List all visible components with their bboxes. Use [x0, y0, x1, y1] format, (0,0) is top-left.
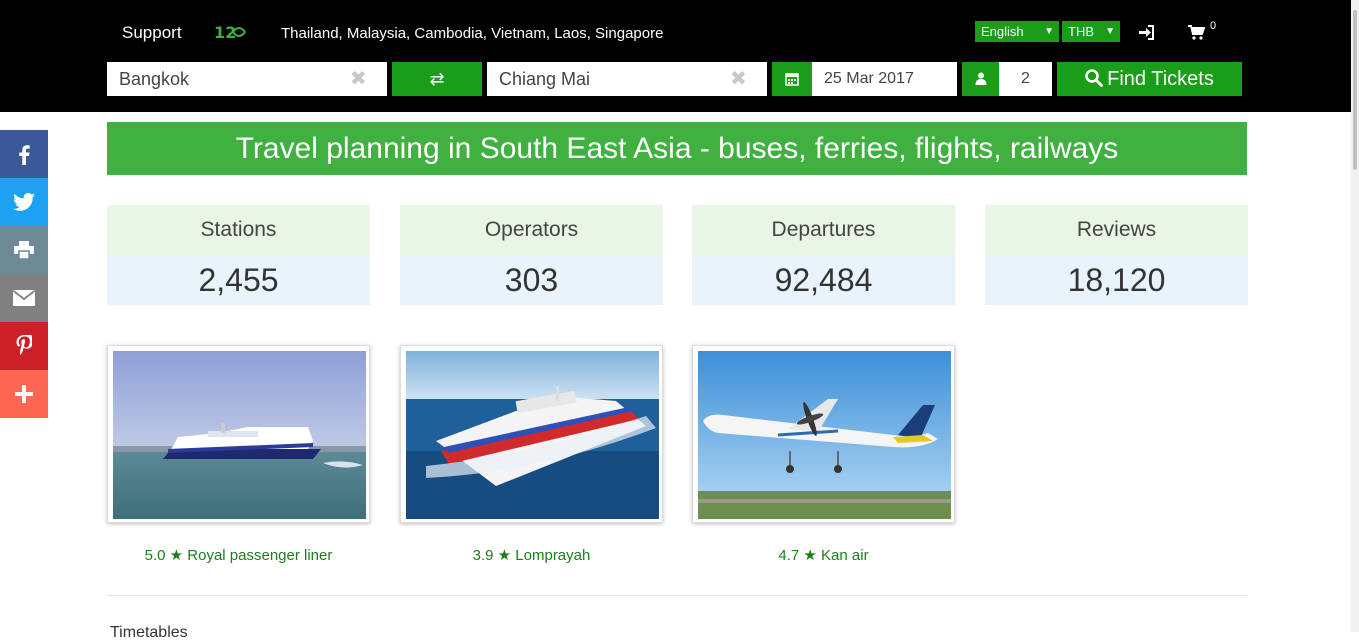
stat-label: Departures: [692, 205, 955, 255]
from-input[interactable]: Bangkok ✖: [107, 62, 387, 96]
page-banner: Travel planning in South East Asia - bus…: [107, 122, 1247, 175]
clear-to-icon[interactable]: ✖: [730, 62, 747, 96]
stat-value: 303: [400, 255, 663, 305]
chevron-down-icon: ▼: [1105, 26, 1115, 37]
stat-value: 2,455: [107, 255, 370, 305]
countries-list: Thailand, Malaysia, Cambodia, Vietnam, L…: [281, 25, 664, 42]
calendar-icon: [785, 73, 799, 86]
top-header: Support 12 Thailand, Malaysia, Cambodia,…: [0, 0, 1359, 112]
print-button[interactable]: [0, 226, 48, 274]
operator-card-royal-passenger-liner[interactable]: [107, 345, 370, 523]
login-icon[interactable]: [1138, 25, 1154, 40]
passengers-button[interactable]: [962, 62, 999, 96]
plus-icon: [15, 385, 33, 403]
to-input[interactable]: Chiang Mai ✖: [487, 62, 767, 96]
find-tickets-button[interactable]: Find Tickets: [1057, 62, 1242, 96]
scrollbar-thumb[interactable]: [1353, 10, 1357, 170]
date-input[interactable]: 25 Mar 2017: [812, 62, 957, 96]
stat-departures: Departures 92,484: [692, 205, 955, 305]
stat-value: 92,484: [692, 255, 955, 305]
user-icon: [975, 72, 986, 86]
facebook-icon: [19, 145, 30, 165]
operator-card-kan-air[interactable]: [692, 345, 955, 523]
ferry-photo: [113, 351, 366, 519]
operator-caption[interactable]: 4.7 ★ Kan air: [692, 546, 955, 564]
passengers-input[interactable]: 2: [999, 62, 1052, 96]
catamaran-photo: [406, 351, 659, 519]
currency-select[interactable]: THB ▼: [1062, 21, 1120, 42]
timetables-heading: Timetables: [110, 624, 188, 641]
facebook-share-button[interactable]: [0, 130, 48, 178]
email-share-button[interactable]: [0, 274, 48, 322]
email-icon: [13, 290, 35, 306]
stat-value: 18,120: [985, 255, 1248, 305]
banner-title: Travel planning in South East Asia - bus…: [235, 132, 1119, 165]
swap-button[interactable]: ⇄: [392, 62, 482, 96]
more-share-button[interactable]: [0, 370, 48, 418]
airplane-photo: [698, 351, 951, 519]
chevron-down-icon: ▼: [1044, 26, 1054, 37]
print-icon: [14, 241, 34, 259]
calendar-button[interactable]: [772, 62, 812, 96]
twitter-share-button[interactable]: [0, 178, 48, 226]
stat-stations: Stations 2,455: [107, 205, 370, 305]
operator-caption[interactable]: 3.9 ★ Lomprayah: [400, 546, 663, 564]
clear-from-icon[interactable]: ✖: [350, 62, 367, 96]
stat-label: Operators: [400, 205, 663, 255]
stat-operators: Operators 303: [400, 205, 663, 305]
stat-reviews: Reviews 18,120: [985, 205, 1248, 305]
pinterest-icon: [16, 335, 32, 356]
stat-label: Stations: [107, 205, 370, 255]
cart-icon[interactable]: [1188, 25, 1205, 40]
language-select[interactable]: English ▼: [975, 21, 1059, 42]
support-link[interactable]: Support: [122, 23, 182, 43]
operator-caption[interactable]: 5.0 ★ Royal passenger liner: [107, 546, 370, 564]
cart-count: 0: [1210, 20, 1217, 32]
twitter-icon: [13, 193, 35, 211]
pinterest-share-button[interactable]: [0, 322, 48, 370]
operator-card-lomprayah[interactable]: [400, 345, 663, 523]
stat-label: Reviews: [985, 205, 1248, 255]
site-logo[interactable]: 12: [214, 20, 246, 44]
swap-icon: ⇄: [429, 69, 445, 89]
section-divider: [107, 595, 1247, 596]
search-icon: [1085, 69, 1104, 87]
